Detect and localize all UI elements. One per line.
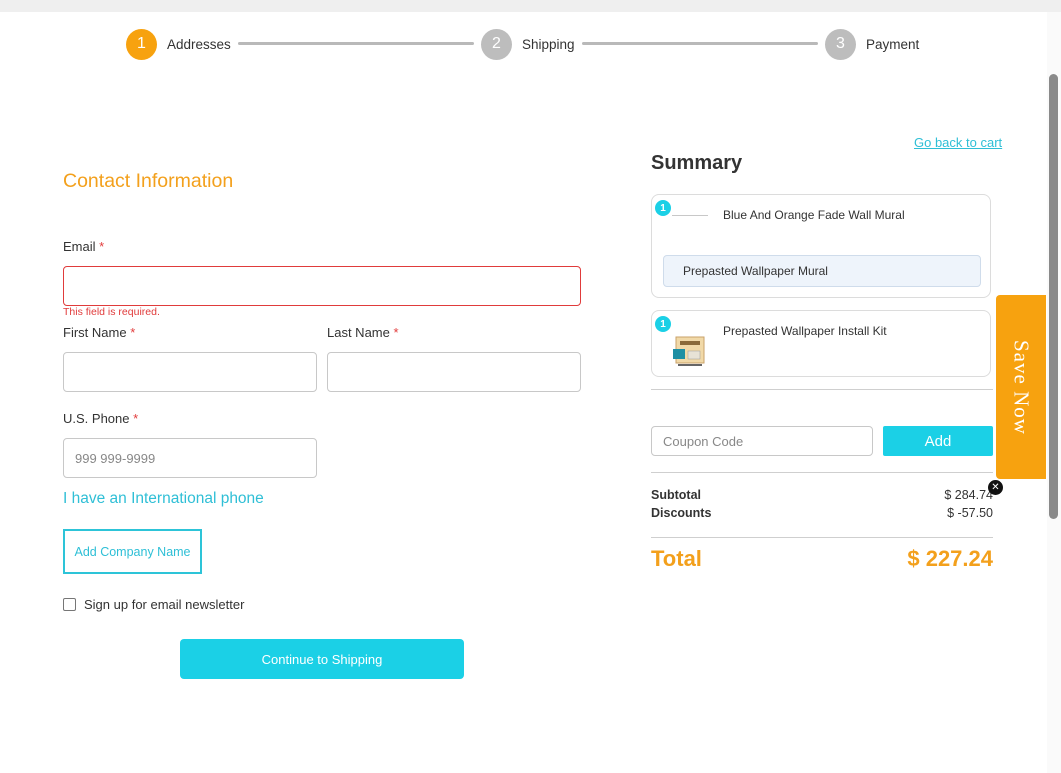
first-name-label-text: First Name [63,325,127,340]
scrollbar-thumb[interactable] [1049,74,1058,519]
last-name-label-text: Last Name [327,325,390,340]
go-back-to-cart-link[interactable]: Go back to cart [914,135,1002,150]
phone-label: U.S. Phone * [63,411,138,426]
total-label: Total [651,546,702,571]
newsletter-option[interactable]: Sign up for email newsletter [63,597,244,612]
save-now-label: Save Now [1009,339,1034,435]
discounts-value: $ -57.50 [947,506,993,520]
phone-field[interactable] [63,438,317,478]
step-label: Addresses [167,36,231,52]
total-value: $ 227.24 [907,546,993,571]
first-name-field[interactable] [63,352,317,392]
discounts-label: Discounts [651,506,712,520]
last-name-field[interactable] [327,352,581,392]
step-number-badge: 2 [481,28,512,60]
required-mark: * [133,411,139,426]
coupon-code-input[interactable] [651,426,873,456]
step-addresses[interactable]: 1 Addresses [126,28,231,60]
stepper-connector-2 [582,42,818,45]
step-shipping[interactable]: 2 Shipping [481,28,575,60]
step-label: Shipping [522,36,575,52]
email-label-text: Email [63,239,96,254]
international-phone-link[interactable]: I have an International phone [63,490,264,508]
add-company-name-button[interactable]: Add Company Name [63,529,202,574]
step-number-badge: 3 [825,28,856,60]
item-variant: Prepasted Wallpaper Mural [663,255,981,287]
phone-label-text: U.S. Phone [63,411,130,426]
continue-to-shipping-button[interactable]: Continue to Shipping [180,639,464,679]
required-mark: * [99,239,105,254]
save-now-tab[interactable]: Save Now [996,295,1046,479]
item-name: Prepasted Wallpaper Install Kit [723,324,887,338]
install-kit-thumbnail [673,336,705,366]
summary-divider [651,537,993,538]
subtotal-label: Subtotal [651,488,701,502]
summary-divider [651,472,993,473]
product-thumbnail [672,215,708,216]
newsletter-label: Sign up for email newsletter [84,597,245,612]
first-name-label: First Name * [63,325,135,340]
contact-information-title: Contact Information [63,170,234,192]
email-error-message: This field is required. [63,306,160,318]
close-icon[interactable]: ✕ [988,480,1003,495]
step-label: Payment [866,36,920,52]
item-variant-label: Prepasted Wallpaper Mural [683,264,828,278]
required-mark: * [130,325,136,340]
newsletter-checkbox[interactable] [63,598,76,611]
step-number-badge: 1 [126,28,157,60]
subtotal-value: $ 284.74 [944,488,993,502]
last-name-label: Last Name * [327,325,399,340]
item-name: Blue And Orange Fade Wall Mural [723,208,905,222]
stepper-connector-1 [238,42,474,45]
quantity-badge: 1 [655,316,671,332]
summary-divider [651,389,993,390]
add-coupon-button[interactable]: Add [883,426,993,456]
summary-title: Summary [651,152,743,174]
cart-item: 1 Blue And Orange Fade Wall Mural Prepas… [651,194,991,298]
cart-item: 1 Prepasted Wallpaper Install Kit [651,310,991,377]
email-label: Email * [63,239,104,254]
quantity-badge: 1 [655,200,671,216]
required-mark: * [393,325,399,340]
email-field[interactable] [63,266,581,306]
step-payment[interactable]: 3 Payment [825,28,919,60]
browser-top-strip [0,0,1061,12]
